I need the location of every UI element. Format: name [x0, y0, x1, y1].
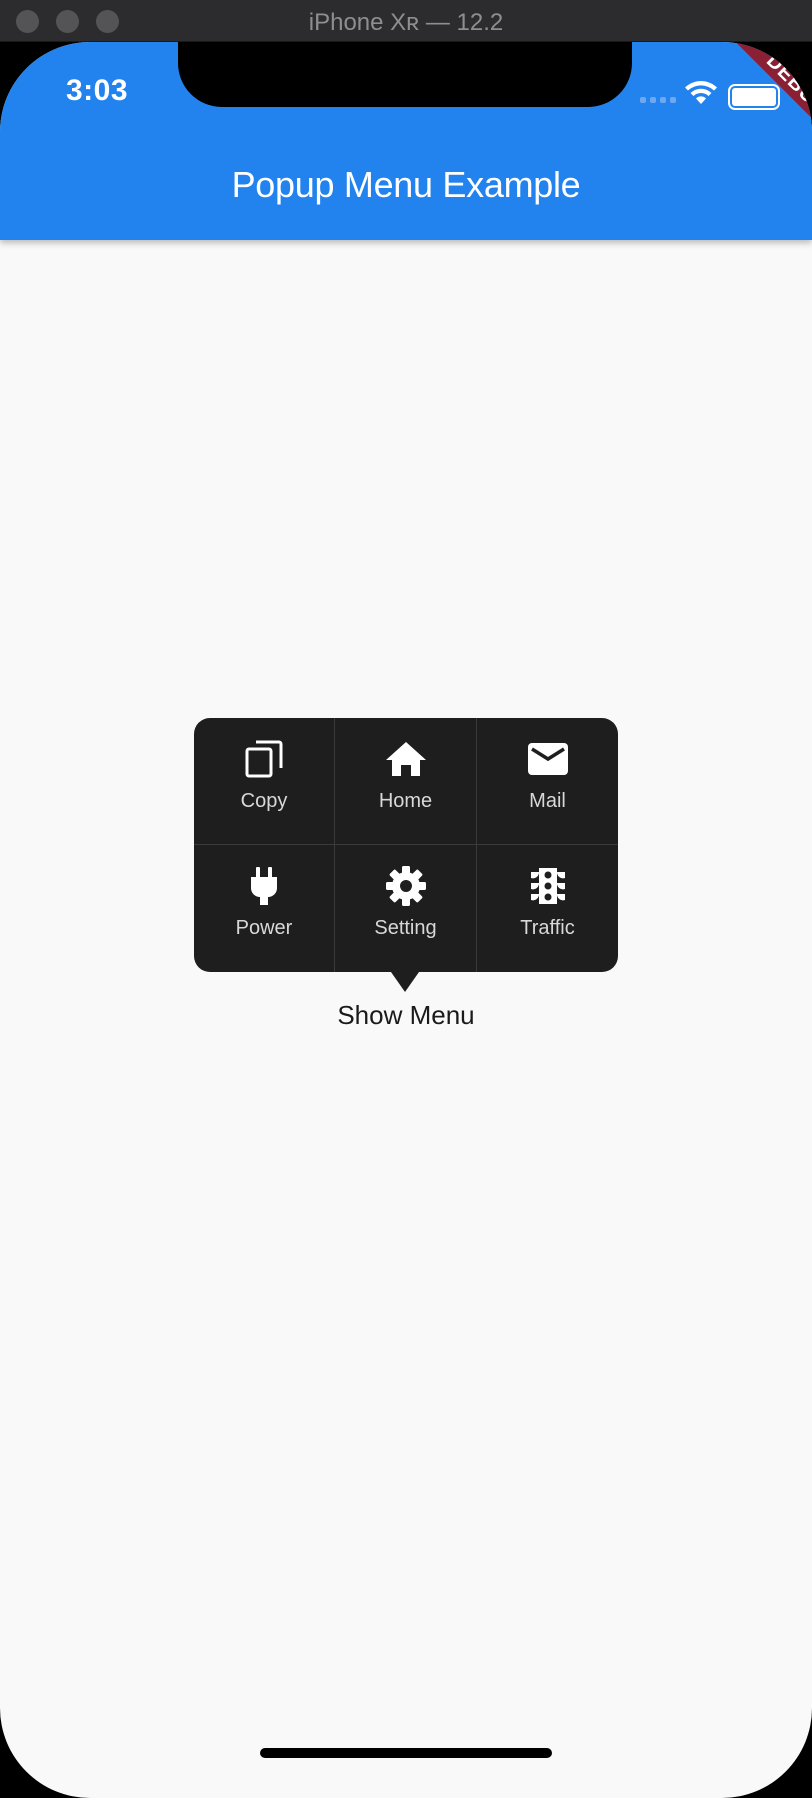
menu-item-setting[interactable]: Setting: [335, 845, 477, 972]
page-title: Popup Menu Example: [231, 164, 581, 205]
menu-item-power[interactable]: Power: [194, 845, 335, 972]
menu-item-label: Copy: [240, 790, 288, 812]
home-icon: [384, 738, 428, 780]
menu-item-home[interactable]: Home: [335, 718, 477, 845]
simulator-title-bar: iPhone Xʀ — 12.2: [0, 0, 812, 42]
wifi-icon: [685, 81, 717, 104]
device-notch: [178, 42, 632, 107]
home-indicator[interactable]: [260, 1748, 552, 1758]
menu-item-label: Mail: [529, 790, 566, 812]
menu-item-label: Power: [235, 917, 293, 939]
menu-item-label: Setting: [374, 917, 437, 939]
traffic-light-icon: [526, 865, 570, 907]
battery-icon: [728, 84, 780, 110]
menu-item-traffic[interactable]: Traffic: [477, 845, 618, 972]
device-screen: 3:03 DEBUG Popup Menu Example Copy Home …: [0, 42, 812, 1798]
gear-icon: [384, 865, 428, 907]
menu-item-mail[interactable]: Mail: [477, 718, 618, 845]
cellular-signal-icon: [640, 97, 676, 103]
popup-menu: Copy Home Mail Power Setting Traffic: [194, 718, 618, 992]
power-plug-icon: [242, 865, 286, 907]
copy-icon: [242, 738, 286, 780]
status-time: 3:03: [66, 74, 129, 107]
window-title: iPhone Xʀ — 12.2: [308, 9, 504, 36]
menu-item-label: Home: [378, 790, 433, 812]
menu-item-copy[interactable]: Copy: [194, 718, 335, 845]
menu-item-label: Traffic: [520, 917, 575, 939]
mail-icon: [526, 738, 570, 780]
show-menu-button[interactable]: Show Menu: [0, 1000, 812, 1031]
app-bar: 3:03 DEBUG Popup Menu Example: [0, 42, 812, 240]
popup-arrow: [391, 972, 419, 992]
